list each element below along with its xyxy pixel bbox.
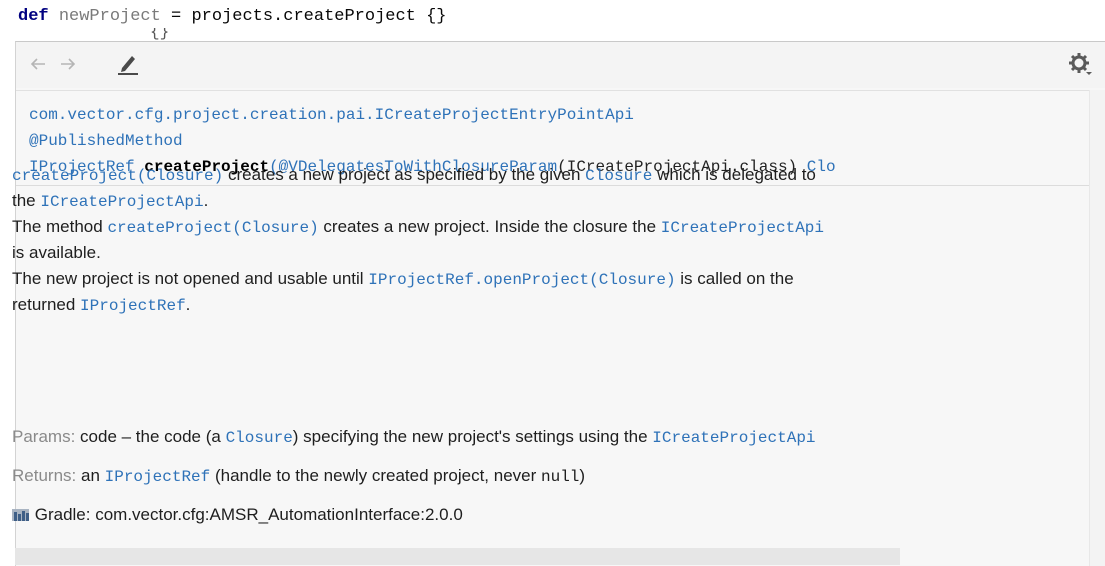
forward-button[interactable] (56, 52, 80, 76)
doc-line-5: The new project is not opened and usable… (12, 266, 794, 293)
doc-link[interactable]: Closure (585, 167, 652, 185)
popup-toolbar (16, 42, 1105, 88)
arrow-right-icon (61, 58, 76, 70)
doc-link[interactable]: IProjectRef.openProject(Closure) (368, 271, 675, 289)
edit-source-button[interactable] (116, 52, 140, 76)
editor-code-fragment: {} (150, 28, 170, 40)
doc-line-1: createProject(Closure) creates a new pro… (12, 162, 816, 189)
library-section: Gradle: com.vector.cfg:AMSR_AutomationIn… (12, 502, 463, 528)
doc-link[interactable]: Closure (226, 429, 293, 447)
doc-line-3: The method createProject(Closure) create… (12, 214, 824, 241)
doc-link[interactable]: createProject(Closure) (107, 219, 318, 237)
params-label: Params: (12, 427, 81, 446)
doc-text: creates a new project as specified by th… (223, 165, 586, 184)
doc-text: ) specifying the new project's settings … (292, 427, 653, 446)
annotation-link[interactable]: @PublishedMethod (29, 130, 183, 152)
doc-text: . (203, 191, 209, 210)
back-button[interactable] (26, 52, 50, 76)
variable-name: newProject (58, 7, 161, 26)
horizontal-scrollbar[interactable] (15, 548, 900, 565)
doc-link[interactable]: ICreateProjectApi (661, 219, 824, 237)
doc-text: returned (12, 295, 81, 314)
returns-section: Returns: an IProjectRef (handle to the n… (12, 463, 585, 490)
returns-label: Returns: (12, 466, 81, 485)
doc-link[interactable]: createProject(Closure) (12, 167, 223, 185)
editor-code-rest: = projects.createProject {} (160, 7, 447, 26)
doc-line-4: is available. (12, 240, 101, 266)
pencil-icon (118, 56, 138, 75)
arrow-left-icon (30, 58, 45, 70)
library-name: Gradle: com.vector.cfg:AMSR_AutomationIn… (34, 505, 463, 524)
library-icon (12, 509, 29, 521)
gear-icon (1069, 53, 1092, 75)
keyword-def: def (18, 7, 49, 26)
doc-link[interactable]: IProjectRef (105, 468, 211, 486)
doc-text: . (185, 295, 191, 314)
doc-link[interactable]: IProjectRef (80, 297, 186, 315)
doc-text: the (12, 191, 41, 210)
doc-line-2: the ICreateProjectApi. (12, 188, 208, 215)
doc-text: The new project is not opened and usable… (12, 269, 369, 288)
params-section: Params: code – the code (a Closure) spec… (12, 424, 816, 451)
doc-text: (handle to the newly created project, ne… (210, 466, 541, 485)
doc-line-6: returned IProjectRef. (12, 292, 190, 319)
doc-link[interactable]: ICreateProjectApi (40, 193, 203, 211)
doc-link[interactable]: ICreateProjectApi (652, 429, 815, 447)
doc-text: is available. (12, 243, 101, 262)
doc-text: an (80, 466, 105, 485)
doc-text: The method (12, 217, 108, 236)
settings-button[interactable] (1068, 52, 1092, 76)
editor-code-line[interactable]: def newProject = projects.createProject … (18, 4, 447, 30)
doc-text: which is delegated to (652, 165, 816, 184)
class-path-link[interactable]: com.vector.cfg.project.creation.pai.ICre… (29, 104, 634, 126)
doc-text: creates a new project. Inside the closur… (318, 217, 661, 236)
vertical-scrollbar[interactable] (1089, 90, 1105, 566)
doc-text: ) (579, 466, 586, 485)
doc-code: null (541, 468, 580, 486)
doc-text: is called on the (675, 269, 794, 288)
doc-text: code – the code (a (80, 427, 226, 446)
